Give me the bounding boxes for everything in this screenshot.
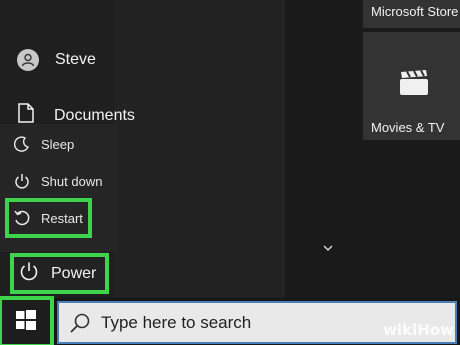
sleep-option[interactable]: Sleep [12,134,74,154]
person-icon [17,49,39,71]
search-placeholder: Type here to search [101,312,252,332]
shut-down-label: Shut down [41,173,103,189]
chevron-down-icon[interactable] [322,240,334,251]
windows-logo-icon [16,309,36,335]
restart-option[interactable]: Restart [5,198,92,238]
restart-label: Restart [41,210,83,226]
start-button[interactable] [0,296,54,345]
tile-label: Movies & TV [371,120,445,135]
power-button[interactable]: Power [10,253,109,294]
documents-label: Documents [54,106,135,124]
power-options-menu: Sleep Shut down Restart [0,124,118,252]
wikihow-watermark: wikiHow [383,321,454,339]
moon-icon [12,134,32,154]
restart-icon [12,208,32,228]
power-icon [19,261,39,286]
user-name: Steve [55,51,96,68]
power-icon [12,171,32,191]
app-list [115,0,285,298]
shut-down-option[interactable]: Shut down [12,171,102,191]
sleep-label: Sleep [41,136,75,152]
power-label: Power [51,264,97,282]
search-icon [69,312,91,334]
clapperboard-icon [399,70,429,101]
user-account-button[interactable]: Steve [17,49,96,71]
tile-movies-tv[interactable]: Movies & TV [363,32,460,140]
tile-label: Microsoft Store [371,4,459,19]
tile-microsoft-store[interactable]: Microsoft Store [363,0,460,28]
